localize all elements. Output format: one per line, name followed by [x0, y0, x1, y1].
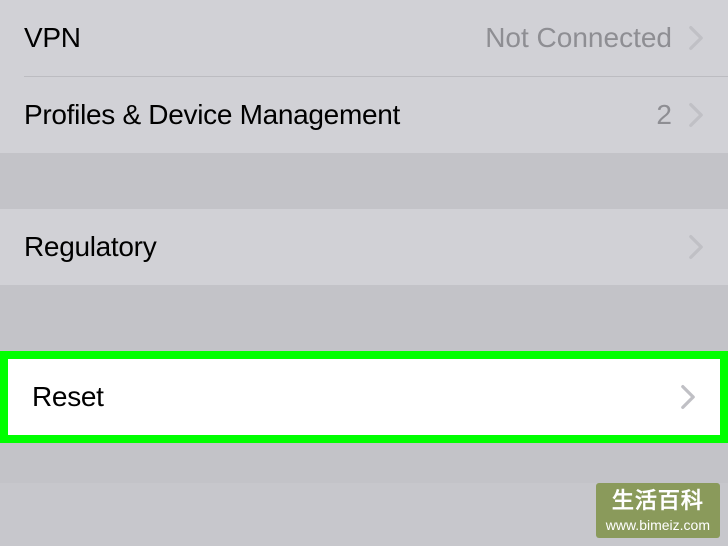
settings-section-2: Regulatory [0, 209, 728, 285]
reset-row[interactable]: Reset [8, 359, 720, 435]
highlighted-reset-row: Reset [0, 351, 728, 443]
profiles-label: Profiles & Device Management [24, 99, 656, 131]
vpn-row[interactable]: VPN Not Connected [0, 0, 728, 76]
settings-section-1: VPN Not Connected Profiles & Device Mana… [0, 0, 728, 153]
profiles-value: 2 [656, 99, 672, 131]
watermark-text: 生活百科 [606, 487, 710, 516]
section-gap [0, 285, 728, 351]
chevron-right-icon [680, 384, 696, 410]
regulatory-label: Regulatory [24, 231, 688, 263]
watermark-badge: 生活百科 www.bimeiz.com [596, 483, 720, 538]
regulatory-row[interactable]: Regulatory [0, 209, 728, 285]
profiles-row[interactable]: Profiles & Device Management 2 [0, 77, 728, 153]
section-gap [0, 443, 728, 483]
reset-label: Reset [32, 381, 680, 413]
chevron-right-icon [688, 25, 704, 51]
vpn-value: Not Connected [485, 22, 672, 54]
watermark-url: www.bimeiz.com [606, 516, 710, 534]
chevron-right-icon [688, 102, 704, 128]
section-gap [0, 153, 728, 209]
vpn-label: VPN [24, 22, 485, 54]
chevron-right-icon [688, 234, 704, 260]
